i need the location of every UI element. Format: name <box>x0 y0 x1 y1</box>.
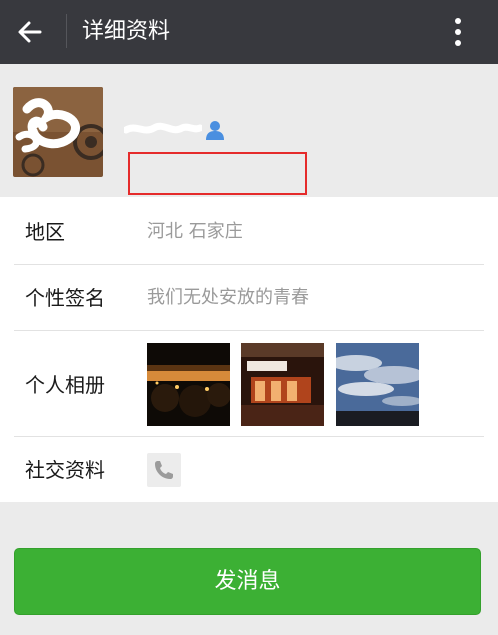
person-icon <box>204 119 226 141</box>
row-separator <box>14 264 484 265</box>
region-value: 河北 石家庄 <box>147 221 243 242</box>
signature-label: 个性签名 <box>25 286 105 310</box>
back-arrow-icon[interactable] <box>14 16 46 48</box>
send-message-button[interactable]: 发消息 <box>14 548 481 615</box>
row-separator <box>14 330 484 331</box>
page-title: 详细资料 <box>82 19 171 44</box>
avatar[interactable] <box>13 87 103 177</box>
highlight-box <box>128 152 307 195</box>
header-divider <box>66 14 67 48</box>
album-photo-2[interactable] <box>241 343 324 426</box>
region-label: 地区 <box>25 220 65 244</box>
signature-value: 我们无处安放的青春 <box>147 287 309 308</box>
social-label[interactable]: 社交资料 <box>25 457 105 483</box>
more-vertical-icon[interactable] <box>450 16 466 48</box>
top-bar: 详细资料 <box>0 0 498 64</box>
album-photo-3[interactable] <box>336 343 419 426</box>
album-label[interactable]: 个人相册 <box>25 372 105 398</box>
album-photo-1[interactable] <box>147 343 230 426</box>
row-separator <box>14 436 484 437</box>
nickname-scribble <box>122 120 204 140</box>
phone-icon[interactable] <box>147 453 181 487</box>
